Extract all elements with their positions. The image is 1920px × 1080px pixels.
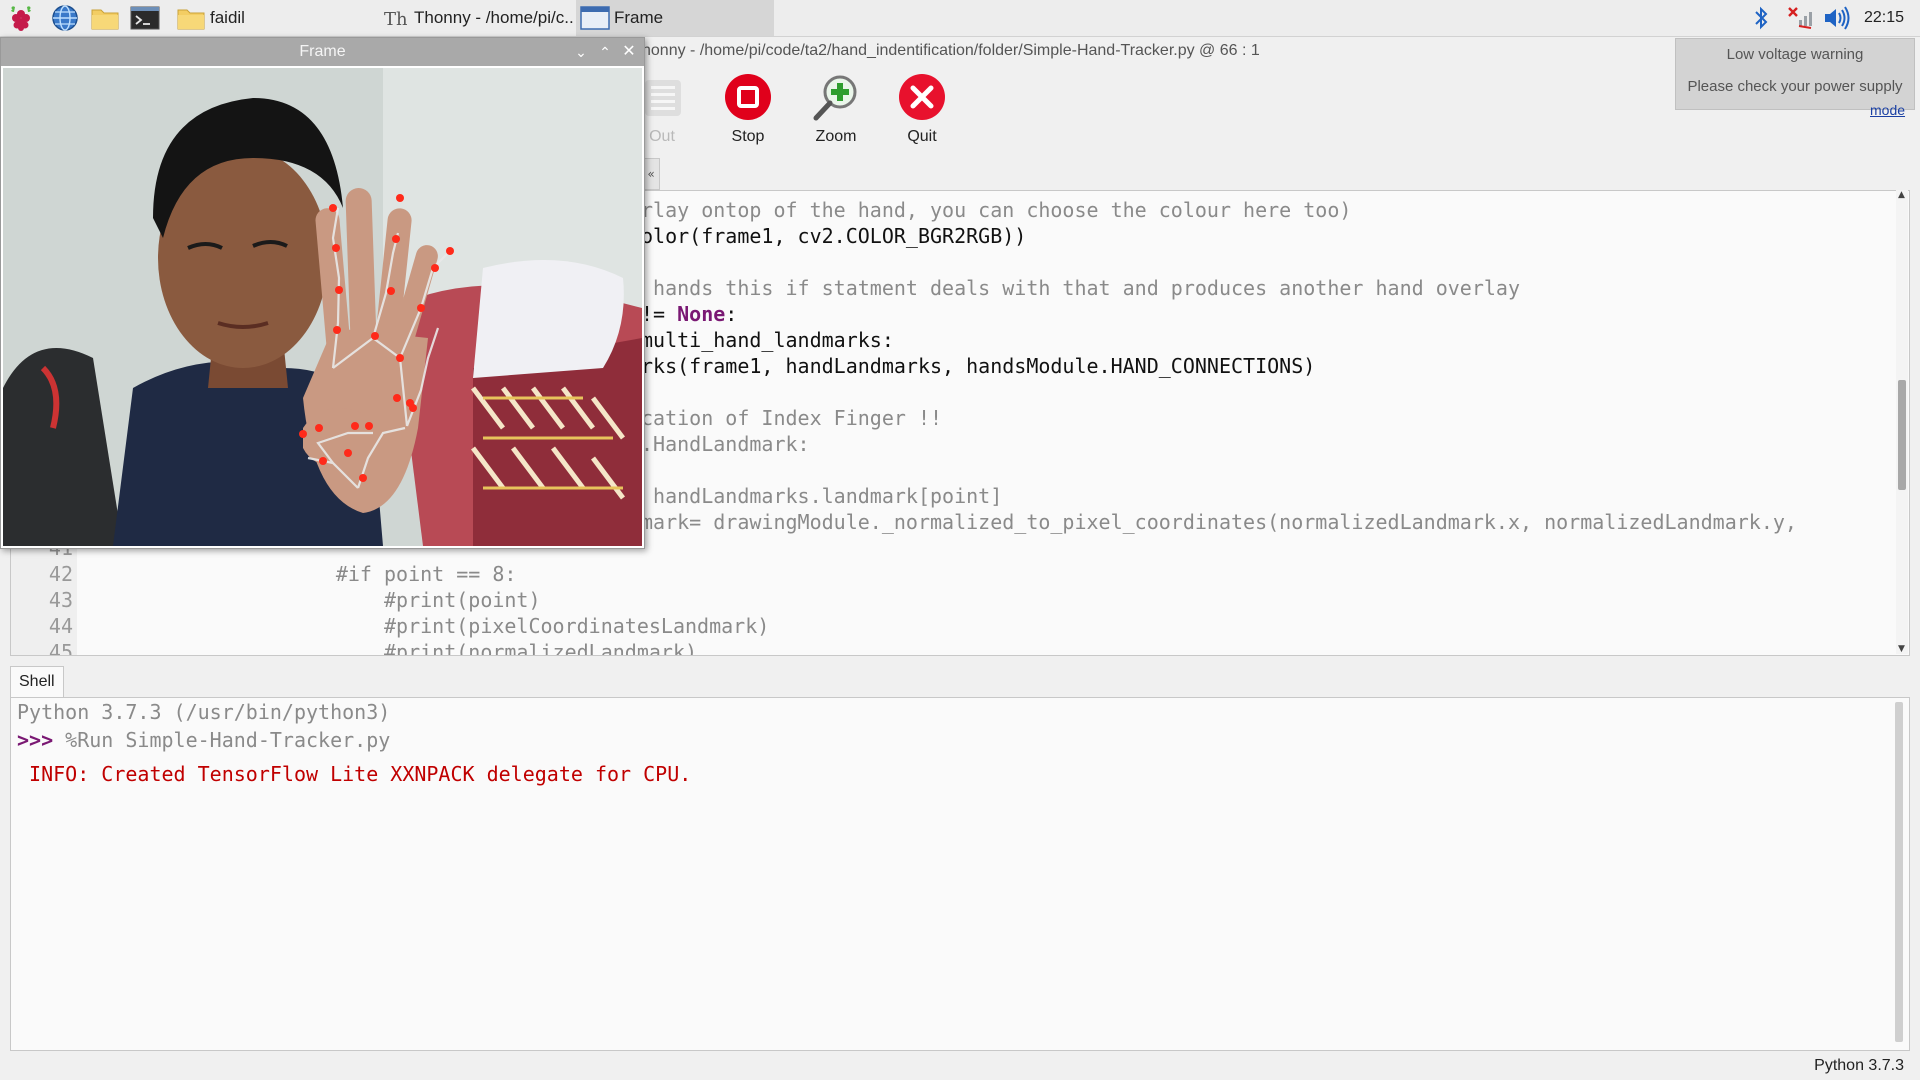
code-text: mark= drawingModule._normalized_to_pixel… [641,510,1797,534]
shell-prompt: >>> [17,728,54,752]
line-number: 42 [48,562,73,586]
code-text: olor(frame1, cv2.COLOR_BGR2RGB)) [641,224,1027,248]
low-voltage-notification[interactable]: Low voltage warning Please check your po… [1675,38,1915,110]
shell-panel[interactable]: Python 3.7.3 (/usr/bin/python3) >>> %Run… [10,697,1910,1051]
taskbar-window-label: faidil [210,8,245,27]
code-text: #if point == 8: [95,562,517,586]
code-text: != None: [641,301,737,327]
mode-link[interactable]: mode [1870,102,1905,118]
code-text: cation of Index Finger !! [641,406,943,430]
editor-scrollbar[interactable]: ▲ ▼ [1896,190,1908,654]
taskbar-window-label: Frame [614,8,664,27]
shell-command: %Run Simple-Hand-Tracker.py [53,728,391,752]
notification-body: Please check your power supply [1687,78,1903,95]
taskbar-window-thonny[interactable]: Th Thonny - /home/pi/c... [376,0,574,36]
code-text: #print(normalizedLandmark) [95,640,698,656]
zoom-label: Zoom [815,128,857,145]
shell-scrollbar[interactable] [1895,702,1903,1042]
code-text: multi_hand_landmarks: [641,328,894,352]
keyword-token: None [677,302,726,326]
clock[interactable]: 22:15 [1864,0,1904,36]
code-text: #print(point) [95,588,541,612]
shell-command-line: >>> %Run Simple-Hand-Tracker.py [17,726,390,754]
quit-button[interactable]: Quit [882,72,962,146]
terminal-icon[interactable] [128,2,162,34]
frame-window-title: Frame [299,43,346,60]
quit-icon [897,72,947,122]
code-text: hands this if statment deals with that a… [641,276,1520,300]
scroll-up-arrow-icon[interactable]: ▲ [1898,190,1905,200]
notification-title: Low voltage warning [1726,46,1864,63]
web-browser-icon[interactable] [48,2,82,34]
bluetooth-icon[interactable] [1746,3,1776,33]
frame-window-titlebar[interactable]: Frame ⌄ ⌃ ✕ [1,38,644,66]
folder-icon [176,3,206,33]
code-text: #print(pixelCoordinatesLandmark) [95,614,770,638]
shell-info-line: INFO: Created TensorFlow Lite XXNPACK de… [17,762,692,786]
zoom-icon [811,72,861,122]
line-number: 45 [48,640,73,656]
quit-label: Quit [907,128,937,145]
thonny-icon: Th [380,3,410,33]
taskbar-window-frame[interactable]: Frame [576,0,774,36]
camera-feed [3,68,642,546]
stop-icon [723,72,773,122]
chevron-down-icon[interactable]: ⌄ [571,38,591,66]
chevron-up-icon[interactable]: ⌃ [595,38,615,66]
editor-scrollbar-thumb[interactable] [1898,380,1906,490]
code-text: rlay ontop of the hand, you can choose t… [641,198,1352,222]
volume-icon[interactable] [1822,3,1852,33]
line-number: 43 [48,588,73,612]
camera-image [3,68,642,546]
thonny-window-title: honny - /home/pi/code/ta2/hand_indentifi… [642,42,1260,59]
code-text: .HandLandmark: [641,432,810,456]
shell-version-line: Python 3.7.3 (/usr/bin/python3) [17,700,391,724]
taskbar-window-faidil[interactable]: faidil [172,0,370,36]
file-manager-icon[interactable] [88,2,122,34]
close-icon[interactable]: ✕ [619,38,639,66]
status-python-version: Python 3.7.3 [1814,1057,1904,1074]
raspberry-menu-icon[interactable] [4,2,38,34]
taskbar-window-label: Thonny - /home/pi/c... [414,8,574,27]
line-number: 44 [48,614,73,638]
code-text: rks(frame1, handLandmarks, handsModule.H… [641,354,1316,378]
code-text: handLandmarks.landmark[point] [641,484,1003,508]
network-disconnected-icon[interactable] [1784,3,1814,33]
code-token: != [641,302,678,326]
tab-shell[interactable]: Shell [10,666,64,697]
scroll-down-arrow-icon[interactable]: ▼ [1898,644,1905,654]
zoom-button[interactable]: Zoom [796,72,876,146]
stop-button[interactable]: Stop [708,72,788,146]
code-token: : [725,302,738,326]
svg-text:Th: Th [384,9,407,30]
stop-label: Stop [731,128,765,145]
window-icon [580,3,610,33]
frame-window[interactable]: Frame ⌄ ⌃ ✕ [0,37,645,549]
taskbar: faidil Th Thonny - /home/pi/c... Frame 2… [0,0,1920,37]
